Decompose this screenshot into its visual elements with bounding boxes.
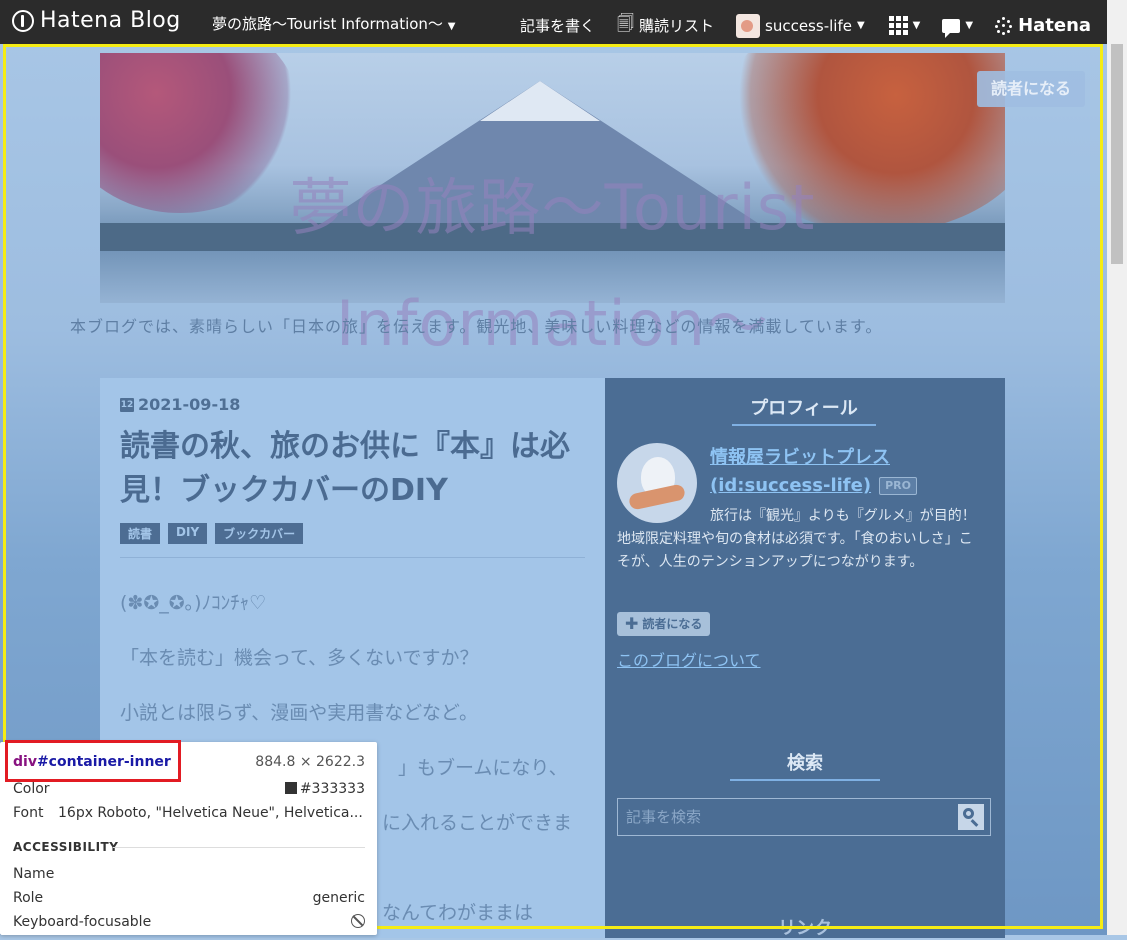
entry-date[interactable]: 12 2021-09-18 (120, 395, 240, 414)
calendar-icon: 12 (120, 397, 134, 412)
hatena-toolbar: Hatena Blog 夢の旅路〜Tourist Information〜 ▼ … (0, 0, 1107, 44)
selector-id: #container-inner (36, 754, 171, 770)
search-form (617, 798, 991, 836)
font-label: Font (13, 805, 44, 821)
page-scrollbar[interactable] (1107, 0, 1127, 935)
chevron-down-icon: ▼ (965, 20, 974, 31)
profile-name-link[interactable]: 情報屋ラビットプレス (710, 444, 917, 472)
blog-title[interactable]: 夢の旅路〜Tourist Information〜 (100, 150, 1005, 382)
role-row: Role generic (13, 890, 365, 906)
write-entry-label: 記事を書く (520, 17, 596, 35)
plus-icon: ✚ (625, 614, 639, 633)
reading-list-icon: 🗐 (617, 14, 634, 34)
reading-list-link[interactable]: 🗐 購読リスト (617, 11, 714, 40)
notifications-menu[interactable]: ▼ (942, 18, 974, 38)
font-row: Font 16px Roboto, "Helvetica Neue", Helv… (13, 805, 365, 821)
entry-paragraph: (✽✪_✪｡)ﾉｺﾝﾁｬ♡ (120, 592, 267, 614)
apps-menu[interactable]: ▼ (888, 16, 921, 35)
search-button[interactable] (958, 804, 984, 830)
comment-bubble-icon (942, 18, 961, 38)
logo-text: Hatena Blog (40, 8, 181, 33)
hatena-dots-icon (995, 16, 1013, 35)
mountain-snowcap (480, 81, 600, 121)
sidebar-subscribe-label: 読者になる (642, 617, 703, 631)
element-selector: div#container-inner (13, 754, 171, 770)
profile-heading-text: プロフィール (750, 398, 858, 419)
name-row: Name (13, 866, 365, 882)
entry-paragraph: 」もブームになり、 (398, 757, 568, 779)
element-dimensions: 884.8 × 2622.3 (255, 754, 365, 770)
entry-paragraph: 「本を読む」機会って、多くないですか？ (120, 647, 479, 669)
tag-diy[interactable]: DIY (168, 523, 208, 544)
links-heading: リンク (760, 914, 850, 940)
chevron-down-icon: ▼ (447, 21, 456, 32)
tag-bookcover[interactable]: ブックカバー (215, 523, 304, 544)
keyboard-focusable-label: Keyboard-focusable (13, 914, 152, 930)
search-icon (963, 808, 974, 819)
subscribe-button[interactable]: 読者になる (977, 71, 1085, 107)
blog-switcher[interactable]: 夢の旅路〜Tourist Information〜 ▼ (212, 13, 455, 34)
not-focusable-icon (351, 914, 365, 928)
devtools-inspect-tooltip: div#container-inner 884.8 × 2622.3 Color… (0, 740, 377, 935)
accessibility-divider (113, 847, 365, 848)
color-row: Color #333333 (13, 781, 365, 797)
profile-id-link[interactable]: (id:success-life) (710, 475, 871, 496)
profile-name: 情報屋ラビットプレス (id:success-life) PRO (710, 444, 917, 500)
hatena-home-link[interactable]: Hatena (995, 15, 1091, 36)
color-label: Color (13, 781, 50, 797)
search-heading-text: 検索 (787, 753, 823, 774)
links-heading-text: リンク (778, 918, 832, 939)
hatena-label: Hatena (1018, 15, 1092, 36)
entry-tags: 読書 DIY ブックカバー (120, 523, 304, 544)
keyboard-focusable-row: Keyboard-focusable (13, 914, 365, 930)
heading-underline (730, 779, 880, 781)
profile-heading: プロフィール (732, 394, 876, 426)
entry-paragraph: に入れることができま (382, 812, 573, 834)
entry-date-text: 2021-09-18 (138, 395, 241, 414)
search-heading: 検索 (730, 749, 880, 781)
entry-title[interactable]: 読書の秋、旅のお供に『本』は必見！ブックカバーのDIY (120, 425, 590, 513)
hatena-blog-logo[interactable]: Hatena Blog (12, 8, 181, 33)
entry-paragraph: 小説とは限らず、漫画や実用書などなど。 (120, 702, 478, 724)
write-entry-link[interactable]: 記事を書く (520, 15, 595, 36)
color-swatch (284, 782, 297, 794)
role-value: generic (312, 890, 365, 906)
tag-reading[interactable]: 読書 (120, 523, 161, 544)
profile-description: 旅行は『観光』よりも『グルメ』が目的！地域限定料理や旬の食材は必須です。「食のお… (617, 508, 976, 570)
chevron-down-icon: ▼ (856, 20, 865, 31)
selector-tag: div (13, 754, 37, 770)
entry-divider (120, 557, 585, 558)
accessibility-heading: ACCESSIBILITY (13, 840, 119, 854)
heading-underline (732, 424, 876, 426)
scrollbar-thumb[interactable] (1111, 44, 1123, 264)
blog-description: 本ブログでは、素晴らしい「日本の旅」を伝えます。観光地、美味しい料理などの情報を… (70, 317, 883, 336)
hatena-blog-logo-icon (12, 9, 34, 32)
color-value: #333333 (299, 781, 365, 797)
about-blog-link[interactable]: このブログについて (617, 647, 761, 671)
blog-switcher-label: 夢の旅路〜Tourist Information〜 (212, 15, 443, 33)
font-value: 16px Roboto, "Helvetica Neue", Helvetica… (58, 805, 363, 821)
pro-badge: PRO (879, 477, 917, 495)
role-label: Role (13, 890, 44, 906)
reading-list-label: 購読リスト (639, 17, 715, 35)
apps-grid-icon (888, 16, 908, 35)
user-avatar (736, 13, 761, 38)
search-input[interactable] (618, 799, 954, 835)
user-menu[interactable]: success-life ▼ (736, 13, 865, 38)
entry-paragraph: なんてわがままは (382, 902, 534, 924)
user-name: success-life (765, 16, 852, 35)
name-label: Name (13, 866, 55, 882)
sidebar-subscribe-button[interactable]: ✚ 読者になる (617, 612, 711, 636)
chevron-down-icon: ▼ (912, 20, 921, 31)
